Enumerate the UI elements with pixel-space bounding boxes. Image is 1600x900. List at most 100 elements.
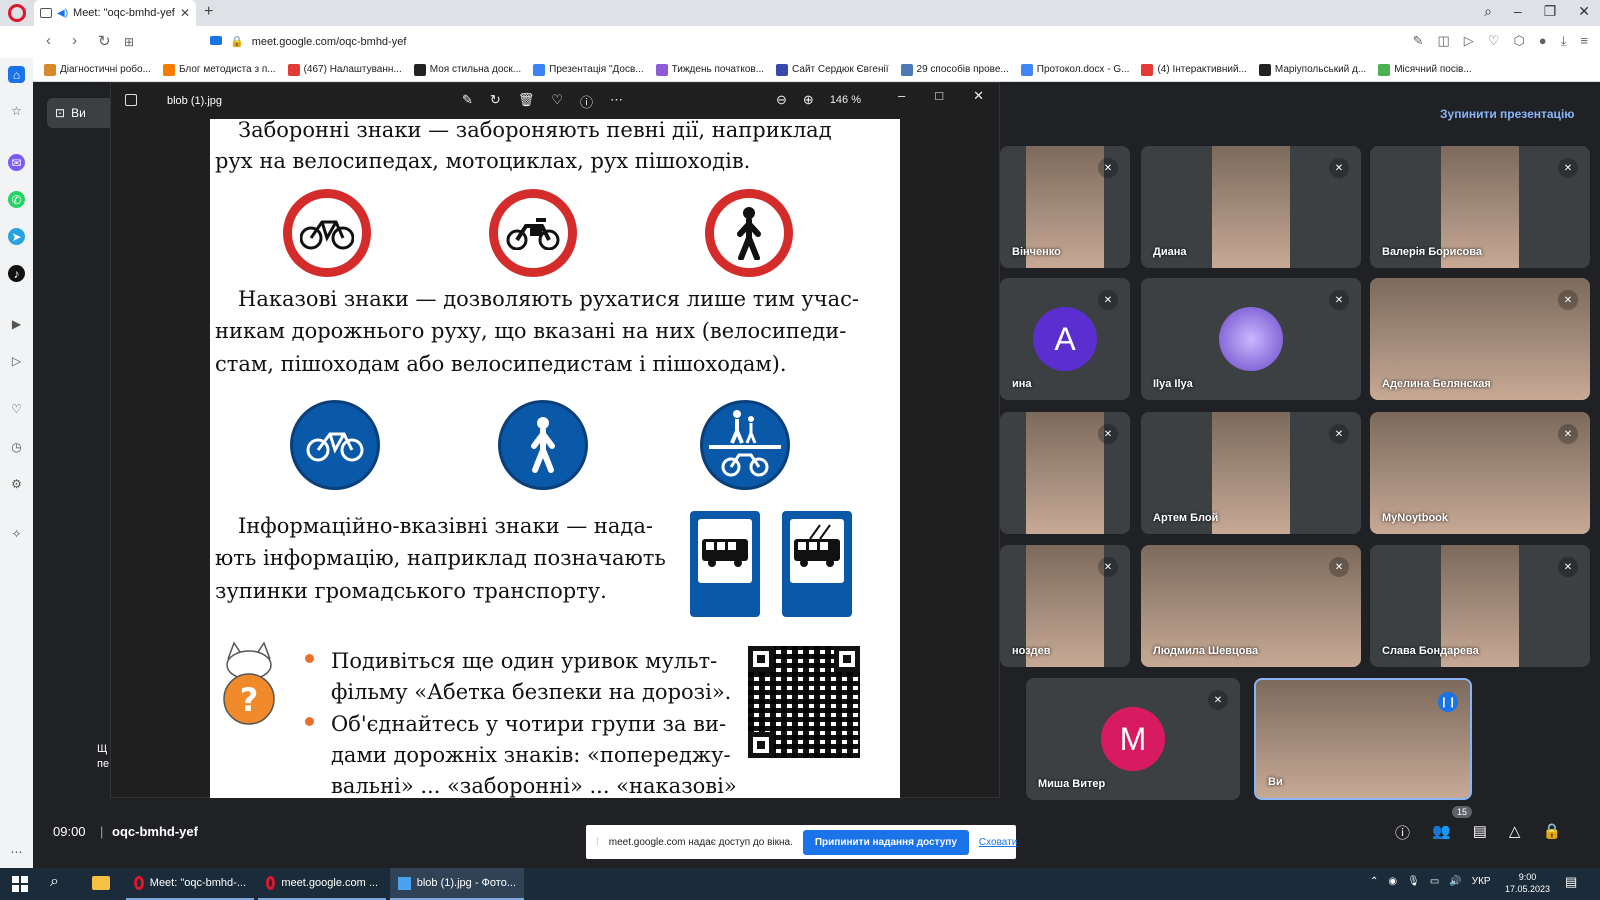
zoom-level[interactable]: 146 % (830, 94, 861, 106)
bookmark-item[interactable]: Сайт Сердюк Євгенії (776, 63, 889, 76)
profile-icon[interactable]: ● (1539, 33, 1547, 49)
bookmark-item[interactable]: 29 способів прове... (900, 63, 1009, 76)
activities-icon[interactable]: △ (1509, 822, 1521, 843)
telegram-icon[interactable]: ➤ (8, 228, 25, 245)
notifications-icon[interactable]: ▤ (1565, 874, 1577, 890)
tiktok-icon[interactable]: ♪ (8, 265, 25, 282)
restore-icon[interactable]: ❐ (1544, 3, 1557, 20)
menu-icon[interactable]: ≡ (1580, 33, 1588, 49)
file-explorer-icon[interactable] (92, 876, 110, 890)
viewer-maximize-icon[interactable]: □ (935, 88, 943, 104)
bookmark-item[interactable]: Блог методиста з п... (162, 63, 276, 76)
player-icon[interactable]: ▶ (8, 315, 25, 332)
home-icon[interactable]: ⌂ (8, 66, 25, 83)
participant-tile[interactable]: ✕ Ilya Ilya (1141, 278, 1361, 400)
taskbar-item-photos[interactable]: blob (1).jpg - Фото... (390, 868, 524, 900)
download-icon[interactable]: ⤓ (1561, 33, 1567, 49)
speaker-icon[interactable]: ◀) (57, 8, 68, 19)
bookmark-item[interactable]: Протокол.docx - G... (1020, 63, 1129, 76)
participant-tile[interactable]: ✕ Аделина Белянская (1370, 278, 1590, 400)
taskbar-item-meet[interactable]: Meet: "oqc-bmhd-... (126, 868, 254, 900)
participant-tile[interactable]: ✕ Диана (1141, 146, 1361, 268)
participant-tile[interactable]: ✕ (1000, 412, 1130, 534)
bookmark-item[interactable]: Презентація "Досв... (533, 63, 644, 76)
participant-tile[interactable]: A ✕ ина (1000, 278, 1130, 400)
zoom-in-icon[interactable]: ⊕ (803, 92, 814, 108)
stop-presenting-button[interactable]: Зупинити презентацію (1440, 107, 1575, 121)
more-icon[interactable]: ⋯ (8, 843, 25, 860)
volume-icon[interactable]: 🔊 (1449, 876, 1461, 887)
reload-icon[interactable]: ↻ (98, 32, 111, 50)
new-tab-icon[interactable]: + (204, 3, 213, 21)
stop-sharing-button[interactable]: Припинити надання доступу (802, 829, 969, 855)
presenting-indicator[interactable]: ⊡ Ви (47, 98, 119, 128)
participant-tile[interactable]: M ✕ Миша Витер (1026, 678, 1240, 800)
taskbar-item-meet-2[interactable]: meet.google.com ... (258, 868, 386, 900)
back-icon[interactable]: ‹ (46, 32, 51, 49)
messenger-icon[interactable]: ✉ (8, 154, 25, 171)
snapshot-icon[interactable]: ◫ (1437, 33, 1449, 49)
hide-link[interactable]: Сховати (979, 837, 1017, 848)
close-tab-icon[interactable]: ✕ (180, 6, 190, 20)
bookmark-item[interactable]: Діагностичні робо... (44, 63, 151, 76)
bookmark-item[interactable]: Місячний посів... (1378, 63, 1472, 76)
browser-tab-meet[interactable]: ◀) Meet: "oqc-bmhd-yef" ✕ (34, 0, 196, 26)
participant-tile[interactable]: ✕ Валерія Борисова (1370, 146, 1590, 268)
language-indicator[interactable]: УКР (1472, 876, 1491, 887)
participant-tile[interactable]: ✕ Слава Бондарева (1370, 545, 1590, 667)
close-window-icon[interactable]: ✕ (1578, 3, 1590, 20)
settings-icon[interactable]: ⚙ (8, 475, 25, 492)
tips-icon[interactable]: ✧ (8, 525, 25, 542)
meeting-time: 09:00 (53, 824, 86, 839)
bookmark-item[interactable]: Моя стильна доск... (413, 63, 521, 76)
url-field[interactable]: 🔒 meet.google.com/oqc-bmhd-yef (210, 35, 406, 48)
tray-expand-icon[interactable]: ⌃ (1370, 876, 1378, 887)
whatsapp-icon[interactable]: ✆ (8, 191, 25, 208)
qr-code[interactable] (748, 646, 860, 758)
taskbar-clock[interactable]: 9:00 17.05.2023 (1505, 871, 1550, 895)
viewer-close-icon[interactable]: ✕ (973, 88, 984, 104)
microphone-icon[interactable]: 🎙 (1407, 876, 1420, 887)
participant-tile[interactable]: ❙❙ Ви (1254, 678, 1472, 800)
rotate-icon[interactable]: ↻ (490, 92, 501, 111)
send-sidebar-icon[interactable]: ▷ (8, 352, 25, 369)
forward-icon[interactable]: › (72, 32, 77, 49)
bookmark-item[interactable]: (4) Інтерактивний... (1141, 63, 1247, 76)
viewer-minimize-icon[interactable]: – (898, 88, 905, 104)
grid-icon[interactable]: ⊞ (124, 35, 134, 49)
network-icon[interactable]: ▭ (1430, 876, 1439, 887)
participant-tile[interactable]: ✕ Вінченко (1000, 146, 1130, 268)
bookmarks-icon[interactable]: ☆ (8, 102, 25, 119)
bookmark-favicon-icon (1020, 63, 1033, 76)
participant-tile[interactable]: ✕ ноздев (1000, 545, 1130, 667)
favorites-icon[interactable]: ♡ (8, 400, 25, 417)
participant-tile[interactable]: ✕ Артем Блой (1141, 412, 1361, 534)
opera-logo-icon[interactable] (8, 4, 26, 22)
participant-tile[interactable]: ✕ MyNoytbook (1370, 412, 1590, 534)
tray-camera-icon[interactable]: ◉ (1388, 876, 1397, 887)
meeting-info-icon[interactable]: ⓘ (1395, 822, 1410, 843)
chat-icon[interactable]: ▤ (1473, 822, 1487, 843)
edit-image-icon[interactable]: ✎ (462, 92, 473, 111)
minimize-icon[interactable]: – (1514, 3, 1522, 20)
drag-handle-icon[interactable]: ⁞ (596, 837, 599, 848)
extensions-icon[interactable]: ⬡ (1513, 33, 1524, 49)
participant-tile[interactable]: ✕ Людмила Шевцова (1141, 545, 1361, 667)
bookmark-item[interactable]: (467) Налаштуванн... (287, 63, 402, 76)
people-icon[interactable]: 👥 (1432, 822, 1451, 843)
favorite-icon[interactable]: ♡ (551, 92, 563, 111)
history-icon[interactable]: ◷ (8, 438, 25, 455)
zoom-out-icon[interactable]: ⊖ (776, 92, 787, 108)
search-tabs-icon[interactable]: ⌕ (1484, 3, 1492, 20)
start-icon[interactable] (12, 876, 28, 892)
more-options-icon[interactable]: ⋯ (610, 92, 623, 111)
edit-icon[interactable]: ✎ (1413, 33, 1424, 49)
info-icon[interactable]: ⓘ (580, 92, 593, 111)
host-controls-icon[interactable]: 🔒 (1542, 822, 1561, 843)
delete-icon[interactable]: 🗑 (518, 92, 535, 111)
send-icon[interactable]: ▷ (1464, 33, 1474, 49)
search-icon[interactable]: ⌕ (50, 873, 59, 891)
bookmark-item[interactable]: Тиждень початков... (655, 63, 764, 76)
heart-icon[interactable]: ♡ (1488, 33, 1500, 49)
bookmark-item[interactable]: Маріупольський д... (1258, 63, 1366, 76)
